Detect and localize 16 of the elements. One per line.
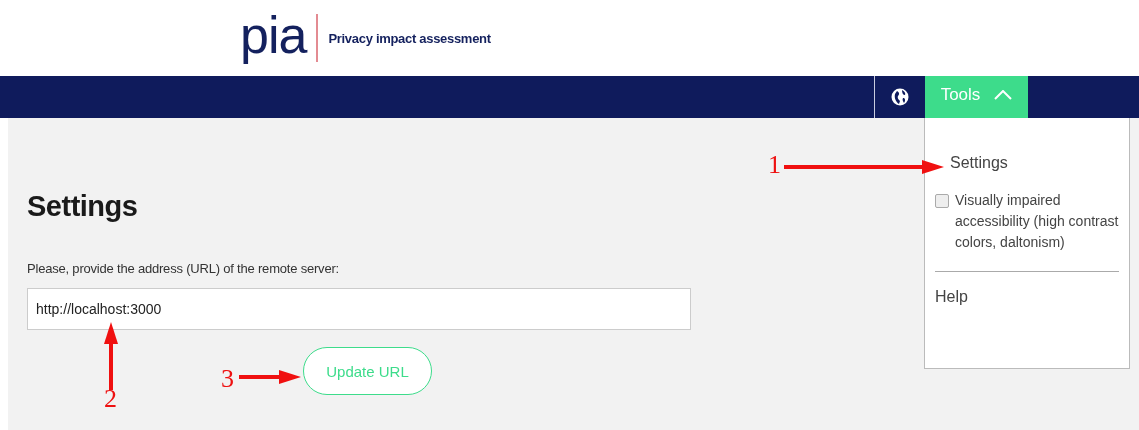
annotation-number: 3 [221, 366, 234, 392]
url-field[interactable]: http://localhost:3000 [27, 288, 691, 330]
annotation-number: 1 [768, 152, 781, 178]
menu-item[interactable]: Help [935, 288, 968, 306]
logo[interactable]: pia [240, 9, 307, 67]
logo-tagline: Privacy impact assessment [328, 30, 491, 46]
menu-item[interactable]: Settings [950, 154, 1008, 172]
annotation-number: 2 [104, 386, 117, 412]
page-title: Settings [27, 190, 138, 223]
annotation-arrow [239, 370, 301, 384]
checkbox[interactable] [935, 194, 949, 208]
annotation-arrow [104, 322, 118, 390]
chevron-icon [994, 90, 1013, 100]
field-label: Please, provide the address (URL) of the remote server: [27, 261, 339, 276]
globe-icon [891, 88, 909, 106]
checkbox-label: Visually impaired accessibility (high contrast colors, daltonism) [955, 191, 1119, 252]
